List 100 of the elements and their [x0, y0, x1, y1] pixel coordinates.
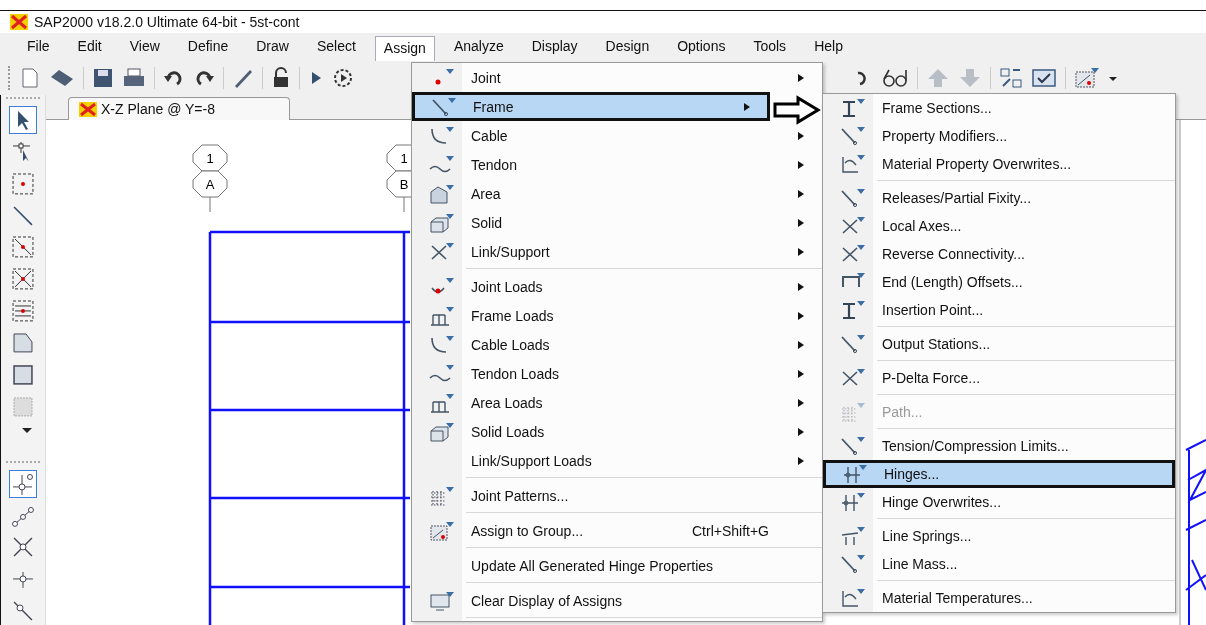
- menu-item[interactable]: Output Stations...: [823, 330, 1175, 358]
- submenu-arrow-icon: [797, 339, 805, 350]
- hinge-icon: [842, 463, 868, 485]
- submenu-arrow-icon: [797, 217, 805, 228]
- grid-bubble: A: [192, 170, 228, 198]
- submenu-arrow-icon: [797, 188, 805, 199]
- menu-item[interactable]: Frame Sections...: [823, 94, 1175, 122]
- submenu-arrow-icon: [797, 159, 805, 170]
- menu-item[interactable]: Hinge Overwrites...: [823, 488, 1175, 516]
- menu-item[interactable]: Reverse Connectivity...: [823, 240, 1175, 268]
- menu-item[interactable]: Joint Patterns...: [412, 481, 822, 510]
- diagonal-line-icon: [840, 553, 866, 575]
- menu-item[interactable]: End (Length) Offsets...: [823, 268, 1175, 296]
- group-icon: [429, 519, 455, 542]
- menu-item[interactable]: Clear Display of Assigns: [412, 586, 822, 615]
- lock-icon[interactable]: [271, 67, 291, 89]
- menu-item[interactable]: Display: [522, 34, 587, 60]
- diagonal-line-icon: [840, 125, 866, 147]
- menu-item[interactable]: Property Modifiers...: [823, 122, 1175, 150]
- menu-item[interactable]: Tools: [744, 34, 796, 60]
- menu-item[interactable]: Insertion Point...: [823, 296, 1175, 324]
- menu-item[interactable]: Options: [668, 34, 735, 60]
- monitor-icon: [429, 589, 455, 612]
- menu-item[interactable]: Cable Loads: [412, 330, 822, 359]
- submenu-arrow-icon: [797, 310, 805, 321]
- pencil-icon[interactable]: [232, 67, 254, 89]
- menu-item[interactable]: Line Mass...: [823, 550, 1175, 578]
- menu-item[interactable]: Frame: [412, 92, 770, 121]
- checkbox-icon[interactable]: [1031, 67, 1057, 89]
- submenu-arrow-icon: [797, 281, 805, 292]
- grid-icon: [429, 484, 455, 507]
- menu-item[interactable]: Material Temperatures...: [823, 584, 1175, 612]
- submenu-arrow-icon: [797, 130, 805, 141]
- print-icon[interactable]: [122, 67, 146, 89]
- scale-icon[interactable]: [999, 67, 1023, 89]
- menu-item[interactable]: Select: [307, 34, 365, 60]
- menu-item[interactable]: Tendon Loads: [412, 359, 822, 388]
- cube-icon: [429, 420, 455, 443]
- submenu-arrow-icon: [797, 246, 805, 257]
- chart-icon: [840, 587, 866, 609]
- menu-item[interactable]: Hinges...: [823, 460, 1175, 488]
- menu-item[interactable]: Solid: [412, 208, 822, 237]
- diagonal-line-icon: [840, 187, 866, 209]
- menu-item[interactable]: View: [120, 34, 169, 60]
- submenu-arrow-icon: [797, 455, 805, 466]
- submenu-arrow-icon: [797, 426, 805, 437]
- menu-item[interactable]: Area Loads: [412, 388, 822, 417]
- view-tab[interactable]: X-Z Plane @ Y=-8: [68, 97, 290, 120]
- pointer-tool-icon[interactable]: [9, 106, 37, 134]
- menu-item[interactable]: Update All Generated Hinge Properties: [412, 551, 822, 580]
- menu-item[interactable]: Help: [805, 34, 852, 60]
- cross-icon: [840, 215, 866, 237]
- menu-item[interactable]: P-Delta Force...: [823, 364, 1175, 392]
- submenu-arrow-icon: [797, 368, 805, 379]
- chart-icon: [840, 153, 866, 175]
- menu-item[interactable]: Local Axes...: [823, 212, 1175, 240]
- menu-item[interactable]: Assign to Group... Ctrl+Shift+G: [412, 516, 822, 545]
- load-arrows-icon: [429, 391, 455, 414]
- window-title: SAP2000 v18.2.0 Ultimate 64-bit - 5st-cont: [34, 14, 300, 30]
- spring-icon: [840, 525, 866, 547]
- i-beam-icon: [840, 97, 866, 119]
- menu-item[interactable]: Solid Loads: [412, 417, 822, 446]
- save-icon[interactable]: [92, 67, 114, 89]
- submenu-arrow-icon: [797, 397, 805, 408]
- menu-item[interactable]: Define: [178, 34, 238, 60]
- load-arrows-icon: [429, 304, 455, 327]
- menu-item[interactable]: Analyze: [444, 34, 513, 60]
- menu-item[interactable]: Draw: [247, 34, 298, 60]
- curve-icon: [429, 333, 455, 356]
- menu-item[interactable]: Joint Loads: [412, 272, 822, 301]
- curve-icon: [429, 124, 455, 147]
- grid-icon: [840, 401, 866, 423]
- submenu-arrow-icon: [797, 72, 805, 83]
- cube-icon: [429, 211, 455, 234]
- app-logo-icon: [79, 101, 97, 117]
- menu-item[interactable]: Design: [596, 34, 659, 60]
- menu-item[interactable]: File: [18, 34, 59, 60]
- menu-item[interactable]: Assign: [374, 36, 435, 62]
- menu-item[interactable]: Link/Support Loads: [412, 446, 822, 475]
- grid-bubble: 1: [192, 144, 228, 172]
- i-beam-icon: [840, 299, 866, 321]
- cross-icon: [840, 367, 866, 389]
- diagonal-line-icon: [431, 95, 457, 118]
- diagonal-line-icon: [840, 333, 866, 355]
- run-circle-icon[interactable]: [332, 67, 354, 89]
- cross-icon: [840, 243, 866, 265]
- menu-item[interactable]: Releases/Partial Fixity...: [823, 184, 1175, 212]
- tab-title: X-Z Plane @ Y=-8: [101, 101, 215, 117]
- glasses-icon[interactable]: [881, 67, 909, 89]
- menu-item[interactable]: Material Property Overwrites...: [823, 150, 1175, 178]
- menu-item[interactable]: Link/Support: [412, 237, 822, 266]
- house-icon: [429, 182, 455, 205]
- snap-joint-icon[interactable]: [9, 469, 37, 498]
- app-logo-icon: [10, 14, 28, 30]
- group-icon[interactable]: [1074, 67, 1100, 89]
- menu-item[interactable]: Tension/Compression Limits...: [823, 432, 1175, 460]
- diagonal-line-icon: [840, 435, 866, 457]
- menu-item[interactable]: Frame Loads: [412, 301, 822, 330]
- menu-item[interactable]: Line Springs...: [823, 522, 1175, 550]
- menu-item[interactable]: Edit: [68, 34, 111, 60]
